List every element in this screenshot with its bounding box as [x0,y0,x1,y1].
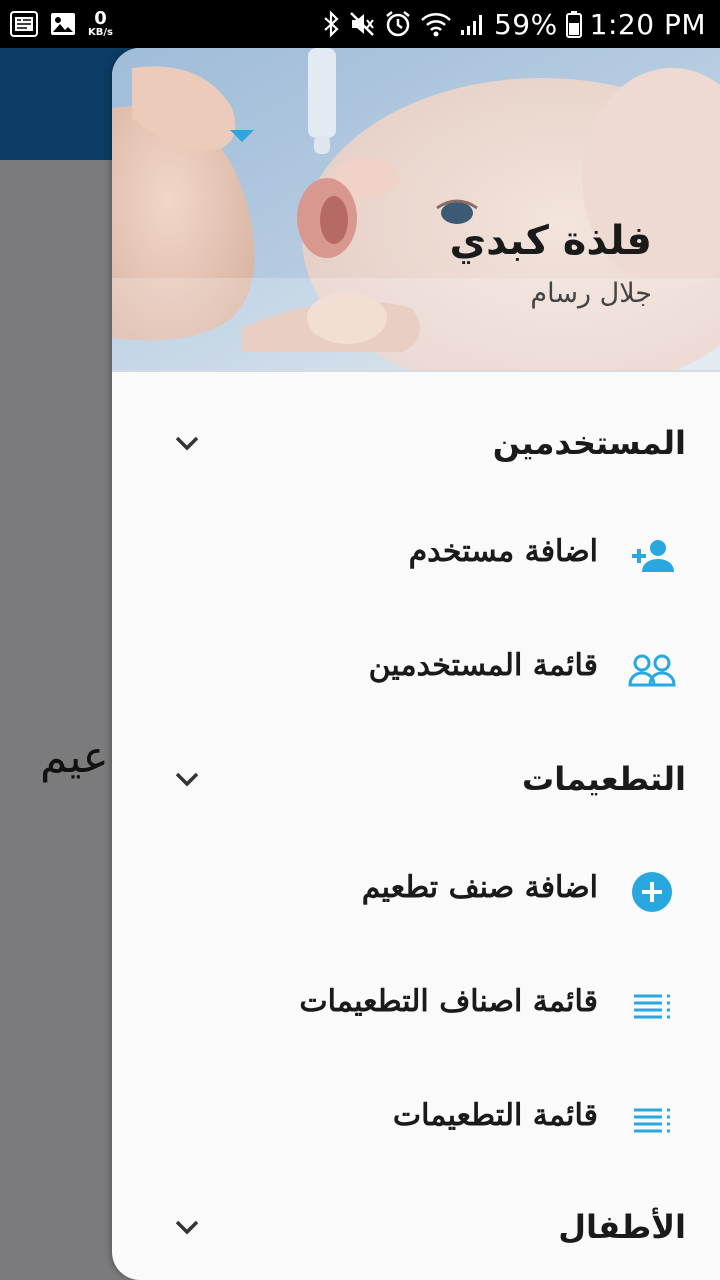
menu-item-label: قائمة اصناف التطعيمات [299,984,598,1019]
menu-item-vaccinations-list[interactable]: قائمة التطعيمات [112,1080,720,1160]
section-children[interactable]: الأطفال [112,1190,720,1270]
section-users-title: المستخدمين [492,424,686,462]
list-icon [624,982,680,1030]
section-children-title: الأطفال [558,1208,686,1246]
header-baby-photo [112,48,720,370]
account-dropdown-icon[interactable] [230,130,254,144]
menu-item-add-vaccine-type[interactable]: اضافة صنف تطعيم [112,852,720,932]
mute-icon [348,10,376,38]
battery-icon [565,10,582,38]
chevron-down-icon [175,772,199,787]
net-speed-unit: KB/s [88,27,113,38]
section-vaccinations-title: التطعيمات [522,760,686,798]
people-icon [624,646,680,694]
menu-item-label: اضافة صنف تطعيم [361,870,598,905]
menu-item-add-user[interactable]: اضافة مستخدم [112,516,720,596]
bluetooth-icon [322,10,340,38]
user-name: فلذة كبدي [449,218,652,264]
gallery-icon [50,12,76,36]
screen-capture-icon [10,11,38,37]
user-subtitle: جلال رسام [530,278,652,309]
add-circle-icon [624,868,680,916]
net-speed: 0 KB/s [88,10,113,38]
clock: 1:20 PM [589,7,706,41]
menu-item-label: قائمة المستخدمين [368,648,598,683]
menu-item-vaccine-types-list[interactable]: قائمة اصناف التطعيمات [112,966,720,1046]
drawer-header: فلذة كبدي جلال رسام [112,48,720,372]
person-add-icon [624,532,680,580]
menu-item-users-list[interactable]: قائمة المستخدمين [112,630,720,710]
navigation-drawer: فلذة كبدي جلال رسام المستخدمين اضافة مست… [112,48,720,1280]
chevron-down-icon [175,1220,199,1235]
wifi-icon [420,11,452,37]
background-partial-text: عيم [40,732,109,783]
section-vaccinations[interactable]: التطعيمات [112,742,720,822]
alarm-icon [384,10,412,38]
list-icon [624,1096,680,1144]
net-speed-value: 0 [94,8,107,29]
battery-percent: 59% [493,7,558,41]
menu-item-label: اضافة مستخدم [408,534,598,569]
section-users[interactable]: المستخدمين [112,406,720,486]
status-bar: 0 KB/s 59% 1:20 PM [0,0,720,48]
chevron-down-icon [175,436,199,451]
signal-icon [460,12,486,36]
menu-item-label: قائمة التطعيمات [392,1098,598,1133]
